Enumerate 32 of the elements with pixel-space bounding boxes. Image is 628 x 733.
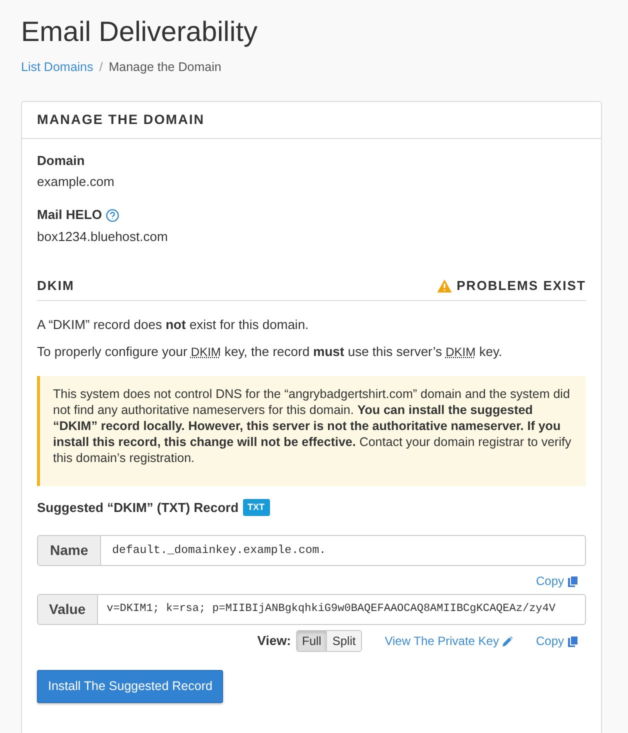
record-title: Suggested “DKIM” (TXT) Record [37,498,239,517]
info-text: A “DKIM” record does not exist for this domain. [37,316,310,334]
field-label: Domain [37,152,85,170]
private-key-link[interactable]: View The Private Key [384,632,513,650]
name-field[interactable]: default._domainkey.example.com. [101,535,586,566]
copy-link[interactable]: Copy [536,632,578,650]
breadcrumb-current: Manage the Domain [108,59,222,76]
info-text: To properly configure your DKIM key, the record must use this server’s DKIM key. [37,343,504,361]
breadcrumb-link[interactable]: List Domains [21,58,94,77]
copy-icon [568,576,578,586]
value-label: Value [37,594,98,625]
field-value: box1234.bluehost.com [37,228,169,246]
pencil-icon [502,636,513,646]
copy-link[interactable]: Copy [536,572,578,590]
field-value: example.com [37,173,116,191]
warning-icon [436,278,452,293]
view-toggle-button[interactable]: Full [297,631,326,651]
help-icon[interactable] [106,208,120,222]
view-toggle-button[interactable]: Split [326,631,361,651]
warning-alert: This system does not control DNS for the “angrybadgertshirt.com” domain and the system did not find any authoritative nameservers for this domain. You can install the suggested “DKIM” record locally. However, this server is not the authoritative nameserver. If you install this record, this change will not be effective. Contact your domain registrar to verify this domain’s registration. [37,376,586,486]
page-title: Email Deliverability [21,15,259,49]
copy-icon [568,636,578,646]
status-text: PROBLEMS EXIST [456,277,586,295]
view-label: View: [257,632,292,650]
install-button[interactable]: Install The Suggested Record [37,670,224,703]
name-label: Name [37,535,102,566]
value-field[interactable]: v=DKIM1; k=rsa; p=MIIBIjANBgkqhkiG9w0BAQEFAAOCAQ8AMIIBCgKCAQEAz/zy4V [98,594,586,625]
section-title: DKIM [37,277,74,295]
field-label: Mail HELO [37,206,102,224]
card-title: MANAGE THE DOMAIN [37,110,206,129]
breadcrumb-separator: / [99,59,103,76]
record-type-badge: TXT [242,498,270,516]
